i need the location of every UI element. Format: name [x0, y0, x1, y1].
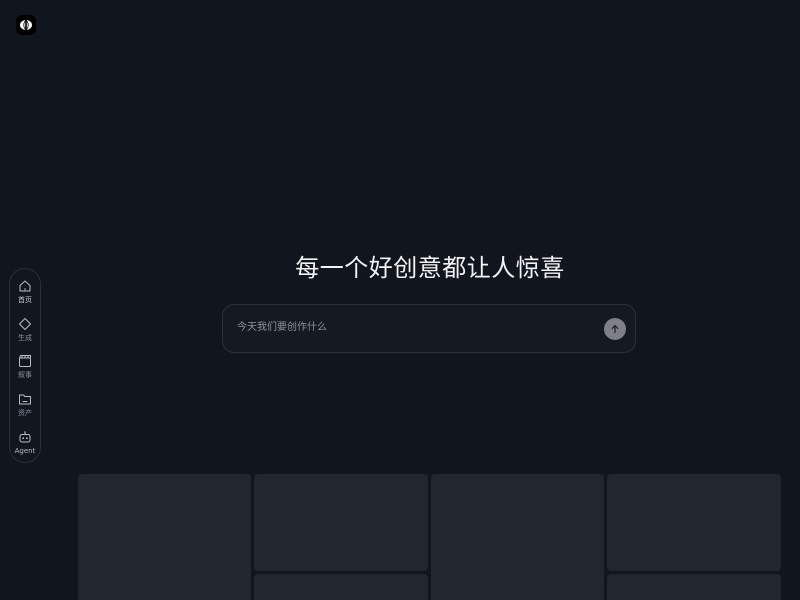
arrow-up-icon	[611, 325, 619, 334]
send-button[interactable]	[604, 318, 626, 340]
prompt-box	[222, 304, 636, 353]
sidebar-item-generate[interactable]: 生成	[10, 317, 40, 351]
gallery-card[interactable]	[607, 474, 781, 571]
gallery-card[interactable]	[78, 474, 251, 600]
sidebar-item-label: 资产	[18, 409, 32, 417]
sidebar-item-label: 首页	[18, 296, 32, 304]
gallery-card[interactable]	[254, 574, 428, 600]
sidebar-item-agent[interactable]: Agent	[10, 430, 40, 464]
sidebar-item-home[interactable]: 首页	[10, 279, 40, 313]
page-headline: 每一个好创意都让人惊喜	[295, 254, 565, 282]
clapperboard-icon	[19, 355, 31, 367]
eye-logo-icon[interactable]	[16, 15, 36, 35]
sidebar-item-assets[interactable]: 资产	[10, 392, 40, 426]
diamond-icon	[19, 318, 31, 330]
home-icon	[19, 280, 31, 292]
sidebar-item-label: 生成	[18, 334, 32, 342]
sidebar-item-story[interactable]: 叙事	[10, 354, 40, 388]
sidebar-item-label: Agent	[14, 447, 36, 455]
prompt-input[interactable]	[237, 319, 577, 335]
folder-icon	[19, 394, 31, 405]
robot-icon	[19, 431, 31, 443]
gallery-card[interactable]	[607, 574, 781, 600]
gallery-card[interactable]	[254, 474, 428, 571]
gallery-card[interactable]	[431, 474, 604, 600]
app-page: 首页 生成 叙事 资产 Agent 每一个好创意都让人惊喜 今天我们要创作什么	[0, 0, 800, 600]
sidebar-nav: 首页 生成 叙事 资产 Agent	[9, 268, 41, 463]
sidebar-item-label: 叙事	[18, 371, 32, 379]
